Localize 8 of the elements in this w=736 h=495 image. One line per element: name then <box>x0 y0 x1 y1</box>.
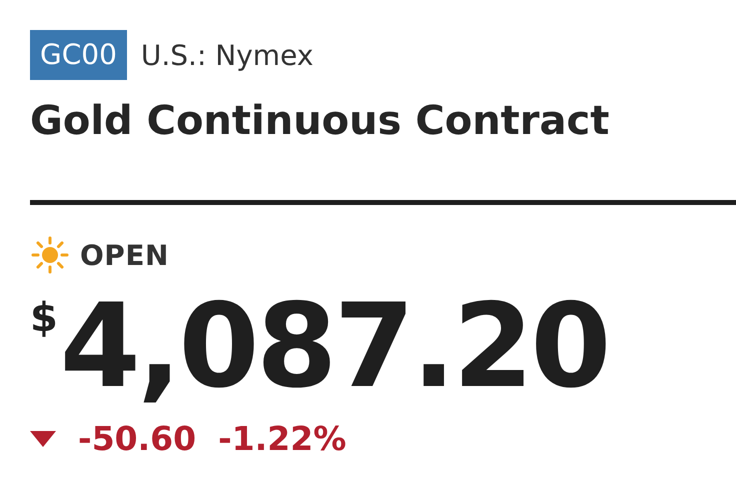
change-amount: -50.60 <box>78 419 196 458</box>
change-percent: -1.22% <box>218 419 346 458</box>
exchange-label: U.S.: Nymex <box>140 38 314 72</box>
instrument-title: Gold Continuous Contract <box>30 98 610 144</box>
currency-symbol: $ <box>30 295 58 341</box>
ticker-badge: GC00 <box>30 30 127 80</box>
market-status: OPEN <box>80 238 169 272</box>
price-value: 4,087.20 <box>60 281 608 413</box>
